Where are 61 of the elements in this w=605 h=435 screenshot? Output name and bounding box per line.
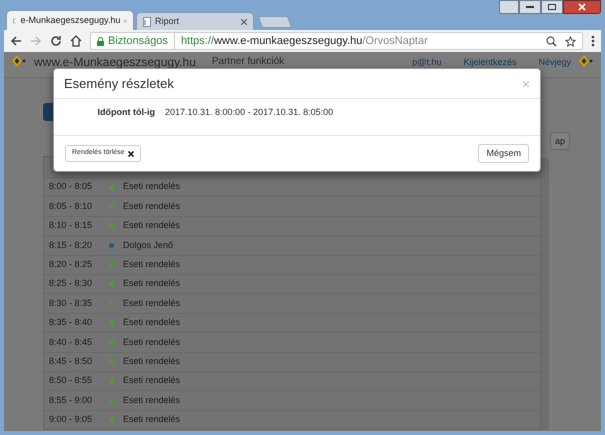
- time-cell-text: 8:00 - 8:05: [48, 180, 94, 194]
- field-label: Időpont tól-ig: [96, 106, 155, 119]
- event-label[interactable]: Eseti rendelés: [123, 394, 180, 408]
- back-icon[interactable]: [10, 35, 22, 47]
- event-label[interactable]: Eseti rendelés: [123, 374, 180, 388]
- close-button[interactable]: ×: [522, 76, 530, 90]
- close-button[interactable]: [563, 0, 601, 14]
- time-cell-text: 8:40 - 8:45: [48, 336, 94, 349]
- time-cell-text: 8:20 - 8:25: [48, 258, 94, 271]
- time-cell-text: 8:45 - 8:50: [48, 354, 94, 368]
- event-label[interactable]: Eseti rendelés: [123, 336, 180, 350]
- modal-title: Esemény részletek: [64, 74, 175, 93]
- scrollbar[interactable]: [541, 158, 549, 430]
- event-label[interactable]: Eseti rendelés: [123, 277, 180, 291]
- reload-icon[interactable]: [50, 35, 62, 47]
- event-label[interactable]: Eseti rendelés: [123, 413, 180, 427]
- zoom-icon[interactable]: [546, 36, 557, 46]
- logout-link[interactable]: Kijelentkezés: [463, 55, 516, 69]
- security-label: Biztonságos: [108, 32, 175, 50]
- event-label[interactable]: Eseti rendelés: [123, 219, 180, 233]
- close-icon[interactable]: [241, 18, 247, 24]
- home-icon[interactable]: [70, 35, 82, 47]
- time-cell-text: 8:25 - 8:30: [48, 277, 94, 290]
- url-text: https://www.e-munkaegeszsegugy.hu/OrvosNaptar: [180, 34, 428, 49]
- close-icon[interactable]: [124, 18, 127, 24]
- address-bar[interactable]: Biztonságos https://www.e-munkaegeszsegugy.hu/OrvosNaptar: [90, 32, 583, 50]
- time-cell-text: 8:30 - 8:35: [48, 296, 94, 310]
- time-cell-text: 9:00 - 9:05: [48, 413, 94, 426]
- minimize-button[interactable]: [519, 0, 541, 14]
- time-cell-text: 8:55 - 9:00: [48, 394, 94, 407]
- lock-icon: [97, 36, 104, 46]
- event-label[interactable]: Dolgos Jenő: [123, 238, 174, 252]
- browser-tab[interactable]: e-Munkaegeszsegugy.hu: [6, 10, 134, 30]
- cancel-button[interactable]: Mégsem: [478, 144, 529, 163]
- maximize-button[interactable]: [541, 0, 563, 14]
- time-cell-text: 8:35 - 8:40: [48, 316, 94, 330]
- time-cell-text: 8:05 - 8:10: [48, 200, 94, 213]
- logo-icon: [579, 55, 593, 67]
- time-cell-text: 8:10 - 8:15: [48, 219, 94, 232]
- site-title[interactable]: www.e-Munkaegeszsegugy.hu: [34, 55, 196, 69]
- menu-icon[interactable]: [591, 35, 595, 47]
- page-icon: [13, 16, 16, 26]
- browser-tab[interactable]: Riport: [136, 12, 254, 30]
- event-label[interactable]: Eseti rendelés: [123, 316, 180, 330]
- field-value: 2017.10.31. 8:00:00 - 2017.10.31. 8:05:00: [165, 106, 334, 119]
- user-link[interactable]: p@t.hu: [412, 55, 442, 69]
- nav-link[interactable]: Partner funkciók: [212, 55, 284, 69]
- event-label[interactable]: Eseti rendelés: [123, 354, 180, 368]
- time-cell-text: 8:50 - 8:55: [48, 374, 94, 388]
- about-link[interactable]: Névjegy: [538, 55, 571, 69]
- event-label[interactable]: Eseti rendelés: [123, 258, 180, 272]
- close-icon: [128, 150, 134, 156]
- page-icon: [143, 16, 151, 26]
- event-label[interactable]: Eseti rendelés: [123, 200, 180, 214]
- logo-icon: [12, 55, 26, 67]
- event-label[interactable]: Eseti rendelés: [123, 180, 180, 194]
- event-label[interactable]: Eseti rendelés: [123, 296, 180, 310]
- star-icon[interactable]: [565, 36, 576, 46]
- toolbar-button[interactable]: ap: [550, 132, 570, 150]
- close-icon: [578, 3, 586, 11]
- time-cell-text: 8:15 - 8:20: [48, 238, 94, 252]
